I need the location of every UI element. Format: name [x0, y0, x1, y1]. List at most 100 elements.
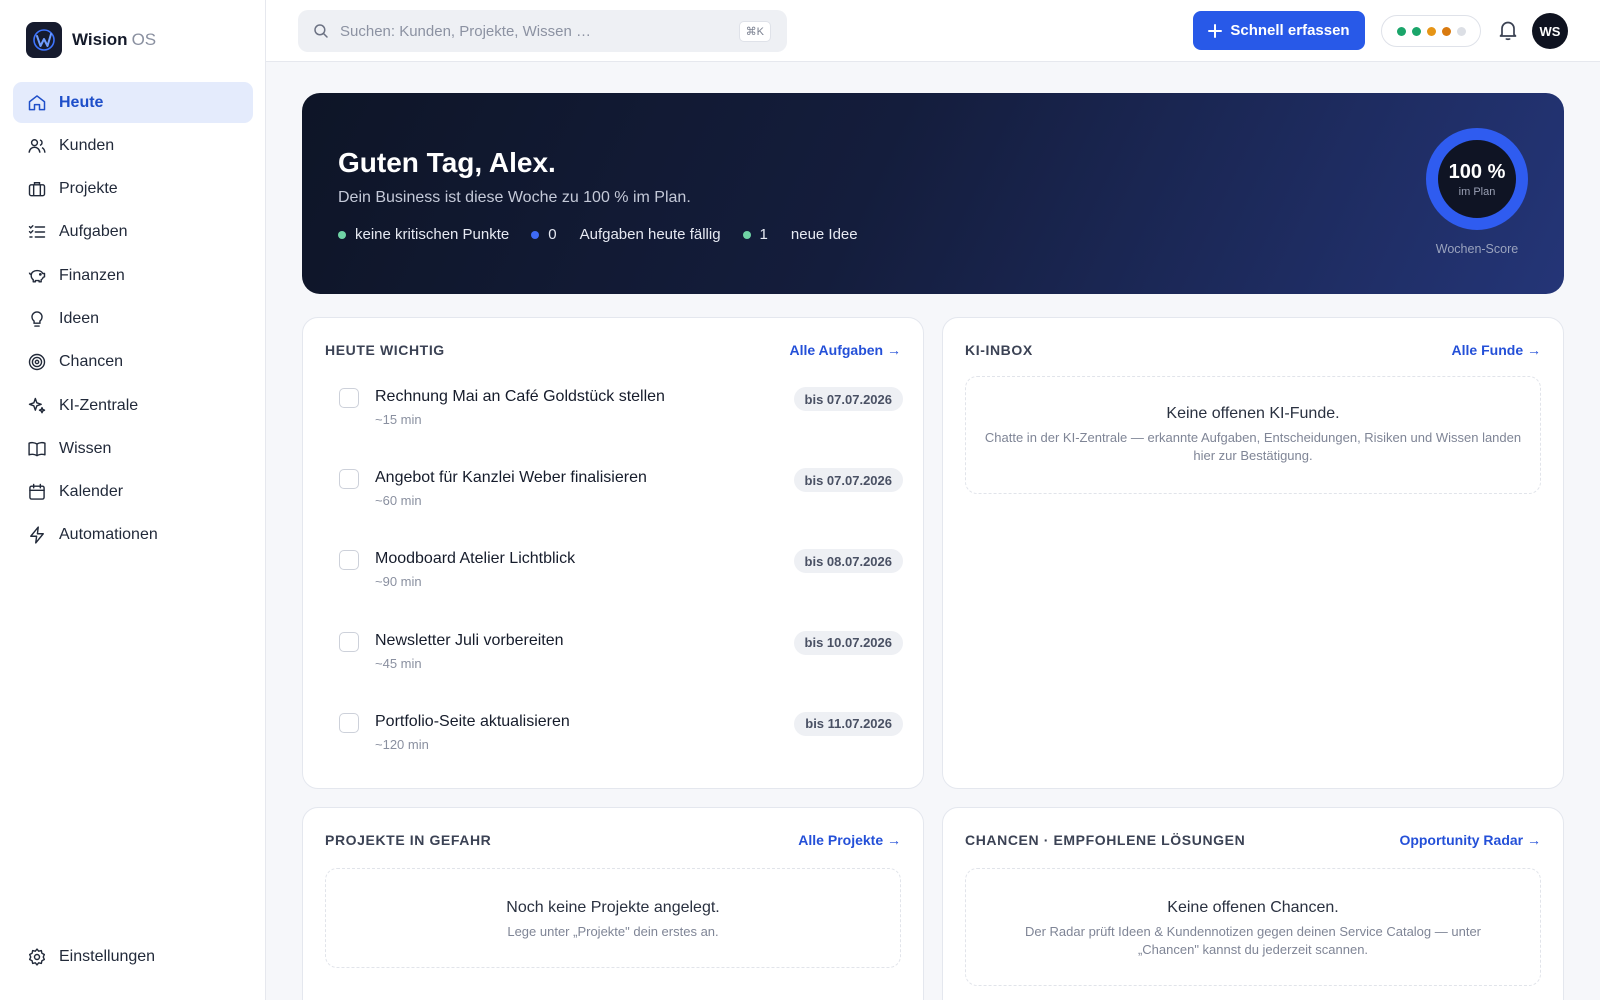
- sidebar-item-einstellungen[interactable]: Einstellungen: [13, 936, 253, 977]
- card-title: PROJEKTE IN GEFAHR: [325, 832, 492, 848]
- status-dot: [1456, 26, 1466, 36]
- plus-icon: [1208, 23, 1223, 38]
- sidebar-item-ideen[interactable]: Ideen: [13, 298, 253, 339]
- sidebar-item-aufgaben[interactable]: Aufgaben: [13, 212, 253, 253]
- weekly-score-ring: 100 % im Plan: [1426, 128, 1528, 230]
- task-checkbox[interactable]: [339, 388, 359, 408]
- lightbulb-icon: [31, 311, 43, 327]
- bell-icon[interactable]: [1496, 18, 1520, 42]
- sidebar-bottom: Einstellungen: [13, 936, 253, 979]
- sidebar-item-label: Automationen: [59, 526, 158, 544]
- empty-state: Noch keine Projekte angelegt. Lege unter…: [325, 868, 901, 968]
- sidebar-item-ki-zentrale[interactable]: KI-Zentrale: [13, 385, 253, 426]
- stat-dot: [531, 230, 540, 239]
- all-tasks-link[interactable]: Alle Aufgaben →: [790, 342, 902, 358]
- stat-dot: [742, 230, 751, 239]
- today-card: HEUTE WICHTIG Alle Aufgaben → Rechnung M…: [302, 317, 924, 789]
- sidebar-item-label: Chancen: [59, 353, 124, 371]
- brand[interactable]: Wision OS: [26, 22, 156, 58]
- search-shortcut-hint: ⌘K: [738, 20, 771, 42]
- hero-stat-critical: keine kritischen Punkte: [338, 226, 509, 243]
- stat-value: 0: [548, 226, 557, 243]
- task-item: Portfolio-Seite aktualisieren ~120 min b…: [339, 705, 903, 786]
- sidebar-item-automationen[interactable]: Automationen: [13, 515, 253, 556]
- task-item: Moodboard Atelier Lichtblick ~90 min bis…: [339, 542, 903, 623]
- sidebar-item-label: Einstellungen: [59, 947, 156, 965]
- sidebar-item-heute[interactable]: Heute: [13, 82, 253, 123]
- quick-capture-button[interactable]: Schnell erfassen: [1193, 11, 1365, 50]
- card-title: CHANCEN · EMPFOHLENE LÖSUNGEN: [965, 832, 1246, 848]
- task-item: Rechnung Mai an Café Goldstück stellen ~…: [339, 380, 903, 461]
- logo-icon: [26, 22, 62, 58]
- empty-state: Keine offenen Chancen. Der Radar prüft I…: [965, 868, 1541, 986]
- due-badge: bis 07.07.2026: [793, 468, 903, 493]
- sidebar-item-finanzen[interactable]: Finanzen: [13, 255, 253, 296]
- task-duration: ~45 min: [375, 655, 422, 671]
- task-title[interactable]: Angebot für Kanzlei Weber finalisieren: [375, 469, 647, 487]
- stat-label: neue Idee: [790, 226, 858, 243]
- hero-subtitle: Dein Business ist diese Woche zu 100 % i…: [338, 189, 691, 206]
- task-duration: ~120 min: [375, 736, 429, 752]
- avatar[interactable]: WS: [1532, 13, 1568, 49]
- task-checkbox[interactable]: [339, 469, 359, 490]
- task-duration: ~15 min: [375, 412, 422, 427]
- users-icon: [28, 138, 46, 153]
- sidebar-item-label: KI-Zentrale: [59, 396, 139, 414]
- stat-label: keine kritischen Punkte: [355, 226, 510, 243]
- all-findings-link[interactable]: Alle Funde →: [1452, 342, 1541, 358]
- status-dot: [1426, 26, 1436, 36]
- task-title[interactable]: Moodboard Atelier Lichtblick: [375, 550, 575, 568]
- search-input[interactable]: [340, 22, 729, 40]
- task-title[interactable]: Portfolio-Seite aktualisieren: [375, 713, 570, 731]
- search-icon: [314, 24, 328, 38]
- empty-description: Chatte in der KI-Zentrale — erkannte Auf…: [984, 430, 1522, 463]
- ai-inbox-card: KI-INBOX Alle Funde → Keine offenen KI-F…: [942, 317, 1564, 789]
- search-bar[interactable]: ⌘K: [298, 10, 787, 52]
- sidebar-item-label: Finanzen: [59, 266, 125, 284]
- opportunity-radar-link[interactable]: Opportunity Radar →: [1399, 832, 1541, 848]
- empty-title: Keine offenen Chancen.: [1167, 899, 1339, 916]
- sidebar-item-kalender[interactable]: Kalender: [13, 472, 253, 513]
- task-title[interactable]: Rechnung Mai an Café Goldstück stellen: [375, 388, 665, 406]
- main-nav: Heute Kunden Projekte Aufgaben Finanzen …: [13, 82, 253, 558]
- score-value: 100 %: [1448, 160, 1506, 183]
- task-checkbox[interactable]: [339, 712, 359, 733]
- welcome-hero: Guten Tag, Alex. Dein Business ist diese…: [302, 93, 1564, 294]
- stat-dot: [338, 230, 346, 239]
- empty-description: Lege unter „Projekte" dein erstes an.: [507, 924, 719, 939]
- status-indicator[interactable]: [1381, 15, 1481, 47]
- sidebar-item-projekte[interactable]: Projekte: [13, 169, 253, 210]
- stat-value: 1: [759, 226, 768, 243]
- opportunities-card: CHANCEN · EMPFOHLENE LÖSUNGEN Opportunit…: [942, 807, 1564, 1000]
- sidebar-item-label: Kalender: [59, 483, 124, 501]
- task-title[interactable]: Newsletter Juli vorbereiten: [375, 632, 564, 650]
- score-caption: Wochen-Score: [1435, 242, 1519, 256]
- brand-suffix: OS: [131, 30, 157, 49]
- card-title: KI-INBOX: [965, 342, 1033, 358]
- calendar-icon: [29, 483, 45, 500]
- gear-icon: [28, 947, 46, 966]
- sidebar-item-chancen[interactable]: Chancen: [13, 342, 253, 383]
- due-badge: bis 11.07.2026: [794, 711, 903, 736]
- due-badge: bis 07.07.2026: [793, 387, 903, 411]
- sidebar-item-label: Kunden: [59, 136, 115, 154]
- sidebar-item-wissen[interactable]: Wissen: [13, 428, 253, 469]
- hero-title: Guten Tag, Alex.: [338, 147, 556, 178]
- status-dot: [1411, 26, 1421, 36]
- task-item: Angebot für Kanzlei Weber finalisieren ~…: [339, 461, 903, 542]
- task-checkbox[interactable]: [339, 550, 359, 571]
- all-projects-link[interactable]: Alle Projekte →: [798, 832, 901, 848]
- due-badge: bis 08.07.2026: [793, 549, 903, 574]
- task-list: Rechnung Mai an Café Goldstück stellen ~…: [339, 380, 903, 786]
- empty-state: Keine offenen KI-Funde. Chatte in der KI…: [965, 376, 1541, 494]
- task-duration: ~90 min: [375, 574, 422, 590]
- task-duration: ~60 min: [375, 493, 422, 509]
- card-title: HEUTE WICHTIG: [325, 342, 445, 358]
- brand-name: Wision: [72, 30, 128, 49]
- checklist-icon: [28, 225, 46, 239]
- sidebar-item-label: Ideen: [59, 309, 100, 327]
- empty-title: Noch keine Projekte angelegt.: [506, 899, 720, 916]
- sidebar-item-kunden[interactable]: Kunden: [13, 125, 253, 166]
- task-checkbox[interactable]: [339, 631, 359, 652]
- target-icon: [28, 354, 46, 371]
